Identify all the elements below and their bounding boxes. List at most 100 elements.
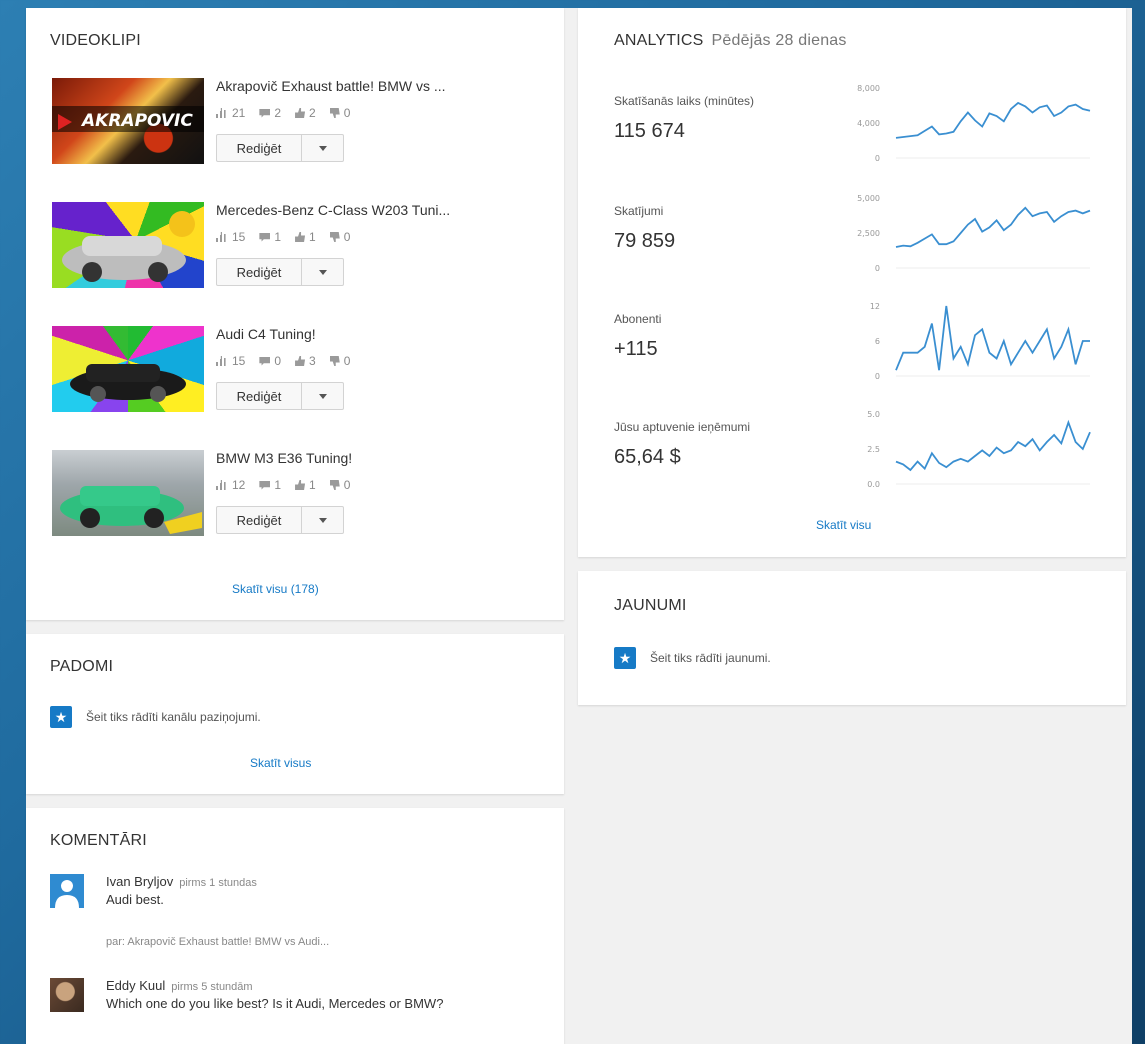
see-all-tips-link[interactable]: Skatīt visus [250,756,311,770]
comment-time: pirms 5 stundām [171,981,253,993]
axis-tick-label: 0.0 [867,480,880,489]
axis-tick-label: 5.0 [867,410,880,419]
video-title[interactable]: Akrapovič Exhaust battle! BMW vs ... [216,78,516,94]
comment-icon [259,480,271,490]
video-title[interactable]: Mercedes-Benz C-Class W203 Tuni... [216,202,516,218]
edit-button-group: Rediģēt [216,382,344,410]
see-all-analytics-link[interactable]: Skatīt visu [816,518,871,532]
video-item: Mercedes-Benz C-Class W203 Tuni... 15 1 … [52,202,452,292]
axis-tick-label: 12 [870,302,880,311]
video-thumbnail[interactable] [52,202,204,288]
chevron-down-icon [318,393,327,399]
chevron-down-icon [318,269,327,275]
sparkline-chart: 12 6 0 [850,292,1098,382]
comment-text: Audi best. [106,892,164,907]
sparkline-series [895,101,1091,139]
axis-tick-label: 0 [875,264,880,273]
tips-message-row: ★ Šeit tiks rādīti kanālu paziņojumi. [50,706,261,728]
tips-card: PADOMI ★ Šeit tiks rādīti kanālu paziņoj… [26,634,564,794]
news-message: Šeit tiks rādīti jaunumi. [650,651,771,665]
metric-value: +115 [614,338,658,360]
dislike-icon [329,356,340,366]
likes-count: 3 [309,354,316,368]
tips-message: Šeit tiks rādīti kanālu paziņojumi. [86,710,261,724]
thumbnail-logo-text: AKRAPOVIC [80,111,193,131]
video-thumbnail[interactable] [52,450,204,536]
thumbnail-art [60,486,202,534]
video-item: AKRAPOVIC Akrapovič Exhaust battle! BMW … [52,78,452,168]
views-icon [216,356,226,366]
edit-dropdown-button[interactable] [302,506,344,534]
comment-author[interactable]: Eddy Kuul [106,978,165,993]
avatar[interactable] [50,978,84,1012]
metric-views: Skatījumi 79 859 5,000 2,500 0 [614,194,1094,304]
video-item: Audi C4 Tuning! 15 0 3 0 Rediģēt [52,326,452,416]
likes-count: 1 [309,478,316,492]
comment-icon [259,356,271,366]
edit-button-group: Rediģēt [216,258,344,286]
video-stats: 15 1 1 0 [216,230,350,244]
axis-tick-label: 0 [875,154,880,163]
edit-dropdown-button[interactable] [302,382,344,410]
views-icon [216,108,226,118]
axis-tick-label: 5,000 [857,194,880,203]
likes-count: 2 [309,106,316,120]
comment-icon [259,108,271,118]
sparkline-series [895,206,1091,248]
comment-video-ref[interactable]: par: Akrapovič Exhaust battle! BMW vs Au… [106,936,329,948]
axis-tick-label: 8,000 [857,84,880,93]
videos-title: VIDEOKLIPI [50,32,141,49]
video-thumbnail[interactable] [52,326,204,412]
edit-button[interactable]: Rediģēt [216,506,302,534]
likes-count: 1 [309,230,316,244]
video-thumbnail[interactable]: AKRAPOVIC [52,78,204,164]
metric-value: 65,64 $ [614,446,681,468]
comments-count: 2 [274,106,282,120]
chevron-down-icon [318,145,327,151]
views-count: 15 [232,354,246,368]
edit-button[interactable]: Rediģēt [216,258,302,286]
like-icon [295,232,306,242]
comment-time: pirms 1 stundas [179,877,257,889]
thumbnail-art: AKRAPOVIC [52,106,204,132]
video-stats: 15 0 3 0 [216,354,350,368]
metric-revenue: Jūsu aptuvenie ieņēmumi 65,64 $ 5.0 2.5 0.… [614,410,1094,520]
comment-author[interactable]: Ivan Bryljov [106,874,173,889]
edit-dropdown-button[interactable] [302,258,344,286]
axis-tick-label: 2,500 [857,229,880,238]
comments-count: 1 [274,230,282,244]
video-stats: 21 2 2 0 [216,106,350,120]
comment-text: Which one do you like best? Is it Audi, … [106,996,444,1011]
thumbnail-art [62,211,195,282]
video-title[interactable]: BMW M3 E36 Tuning! [216,450,516,466]
analytics-title: ANALYTICS Pēdējās 28 dienas [614,32,847,50]
comments-count: 0 [274,354,282,368]
sparkline-chart: 5.0 2.5 0.0 [850,400,1098,490]
star-icon: ★ [50,706,72,728]
edit-dropdown-button[interactable] [302,134,344,162]
like-icon [295,108,306,118]
analytics-card: ANALYTICS Pēdējās 28 dienas Skatīšanās la… [578,8,1126,557]
dashboard: VIDEOKLIPI AKRAPOVIC Akrapovič Exhaust b… [26,8,1132,1044]
tips-title: PADOMI [50,658,114,675]
see-all-videos-link[interactable]: Skatīt visu (178) [232,582,319,596]
views-count: 15 [232,230,246,244]
metric-label: Jūsu aptuvenie ieņēmumi [614,420,751,434]
sparkline-chart: 8,000 4,000 0 [850,74,1098,164]
edit-button[interactable]: Rediģēt [216,382,302,410]
video-stats: 12 1 1 0 [216,478,350,492]
sparkline-series [895,305,1090,371]
axis-tick-label: 6 [875,337,880,346]
dislikes-count: 0 [343,478,351,492]
metric-subscribers: Abonenti +115 12 6 0 [614,302,1094,412]
metric-value: 115 674 [614,120,685,142]
axis-tick-label: 0 [875,372,880,381]
dislike-icon [329,108,340,118]
sparkline-chart: 5,000 2,500 0 [850,184,1098,274]
video-item: BMW M3 E36 Tuning! 12 1 1 0 Rediģēt [52,450,452,540]
edit-button[interactable]: Rediģēt [216,134,302,162]
thumbnail-art [70,364,186,402]
video-title[interactable]: Audi C4 Tuning! [216,326,516,342]
edit-button-group: Rediģēt [216,134,344,162]
avatar[interactable] [50,874,84,908]
